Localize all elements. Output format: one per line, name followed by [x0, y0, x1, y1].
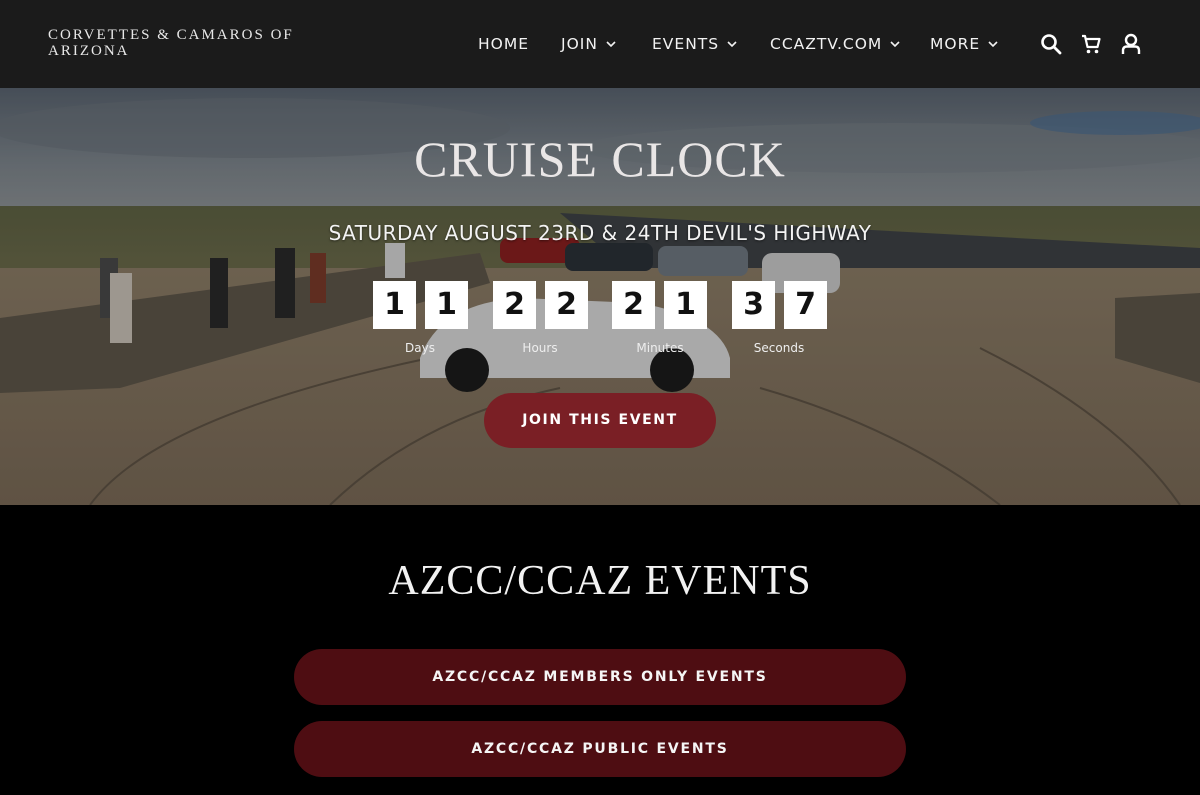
nav-item-label: HOME — [478, 35, 530, 53]
countdown-digit: 2 — [612, 281, 655, 329]
countdown-digit: 1 — [425, 281, 468, 329]
search-icon[interactable] — [1040, 33, 1062, 55]
countdown-label-seconds: Seconds — [753, 341, 805, 355]
nav-item-home[interactable]: HOME — [478, 35, 529, 53]
nav-item-join[interactable]: JOIN — [561, 35, 617, 53]
chevron-down-icon — [606, 41, 616, 48]
countdown-digit: 1 — [664, 281, 707, 329]
countdown-digit: 2 — [493, 281, 536, 329]
nav-item-more[interactable]: MORE — [930, 35, 999, 53]
chevron-down-icon — [727, 41, 737, 48]
hero-subtitle: SATURDAY AUGUST 23RD & 24TH DEVIL'S HIGH… — [328, 221, 872, 245]
countdown-digit: 3 — [732, 281, 775, 329]
countdown-digit: 1 — [373, 281, 416, 329]
chevron-down-icon — [890, 41, 900, 48]
hero-section: CRUISE CLOCK SATURDAY AUGUST 23RD & 24TH… — [0, 88, 1200, 505]
site-logo[interactable]: CORVETTES & CAMAROS OF ARIZONA — [48, 27, 308, 59]
countdown-label-minutes: Minutes — [636, 341, 684, 355]
site-header: CORVETTES & CAMAROS OF ARIZONA HOME JOIN… — [0, 0, 1200, 88]
hero-title: CRUISE CLOCK — [414, 131, 786, 187]
countdown-label-hours: Hours — [522, 341, 558, 355]
events-section: AZCC/CCAZ EVENTS AZCC/CCAZ MEMBERS ONLY … — [0, 505, 1200, 795]
brand-line-2: ARIZONA — [48, 43, 130, 59]
cart-icon[interactable] — [1080, 33, 1102, 55]
countdown-digit: 7 — [784, 281, 827, 329]
account-icon[interactable] — [1120, 33, 1142, 55]
countdown-label-days: Days — [405, 341, 435, 355]
nav-item-label: CCAZTV.COM — [770, 35, 883, 53]
nav-item-label: MORE — [930, 35, 981, 53]
nav-item-events[interactable]: EVENTS — [652, 35, 738, 53]
brand-line-1: CORVETTES & CAMAROS OF — [48, 27, 294, 43]
countdown-digit: 2 — [545, 281, 588, 329]
nav-item-label: EVENTS — [652, 35, 720, 53]
public-events-button[interactable]: AZCC/CCAZ PUBLIC EVENTS — [294, 721, 906, 777]
nav-item-ccaztv[interactable]: CCAZTV.COM — [770, 35, 901, 53]
chevron-down-icon — [988, 41, 998, 48]
members-only-events-button[interactable]: AZCC/CCAZ MEMBERS ONLY EVENTS — [294, 649, 906, 705]
nav-item-label: JOIN — [561, 35, 598, 53]
events-heading: AZCC/CCAZ EVENTS — [388, 558, 812, 604]
join-event-button[interactable]: JOIN THIS EVENT — [484, 393, 716, 448]
